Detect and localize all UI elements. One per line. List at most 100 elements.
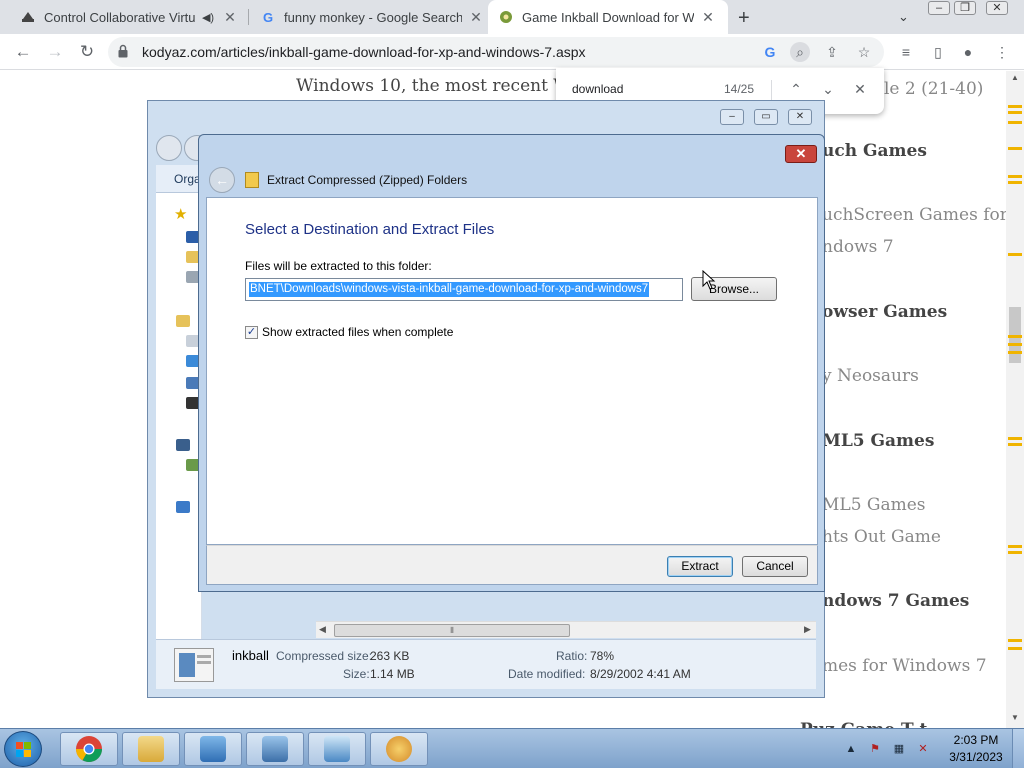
- find-match-marker: [1008, 647, 1022, 650]
- reading-list-icon[interactable]: ≡: [896, 43, 916, 63]
- close-window-button[interactable]: ✕: [986, 1, 1008, 15]
- bookmark-star-icon[interactable]: ☆: [854, 42, 874, 62]
- close-tab-icon[interactable]: ✕: [468, 9, 484, 26]
- hat-icon: [20, 9, 36, 25]
- minimize-button[interactable]: –: [928, 1, 950, 15]
- taskbar-remote-desktop[interactable]: [246, 732, 304, 766]
- explorer-scroll-thumb[interactable]: ⦀: [334, 624, 570, 637]
- url-text[interactable]: kodyaz.com/articles/inkball-game-downloa…: [142, 44, 586, 60]
- article-link[interactable]: ML5 Games: [822, 495, 926, 515]
- pagination-link[interactable]: le 2 (21-40): [884, 79, 983, 99]
- article-link[interactable]: mes for Windows 7: [822, 656, 987, 676]
- remote-desktop-icon: [262, 736, 288, 762]
- maximize-button[interactable]: ❐: [954, 1, 976, 15]
- destination-path-value: BNET\Downloads\windows-vista-inkball-gam…: [249, 282, 650, 297]
- find-input[interactable]: download: [572, 82, 623, 96]
- dialog-close-button[interactable]: ✕: [785, 145, 817, 163]
- forward-button[interactable]: →: [44, 41, 66, 63]
- computer-icon[interactable]: [176, 439, 190, 451]
- scroll-down-icon[interactable]: ▼: [1011, 713, 1019, 722]
- google-g-icon: G: [262, 9, 274, 25]
- scroll-right-icon[interactable]: ▶: [804, 624, 811, 635]
- find-match-marker: [1008, 105, 1022, 108]
- show-files-checkbox-label[interactable]: Show extracted files when complete: [262, 325, 453, 339]
- tab-strip: Control Collaborative Virtual ◀) ✕ G fun…: [0, 0, 1024, 34]
- find-in-page-icon[interactable]: ⌕: [790, 42, 810, 62]
- details-modified-label: Date modified:: [508, 667, 586, 681]
- show-hidden-icons-icon[interactable]: ▲: [844, 742, 858, 756]
- find-match-marker: [1008, 551, 1022, 554]
- find-match-marker: [1008, 443, 1022, 446]
- taskbar-control-panel[interactable]: [184, 732, 242, 766]
- show-desktop-button[interactable]: [1012, 729, 1024, 768]
- new-tab-button[interactable]: +: [738, 7, 750, 30]
- share-icon[interactable]: ⇪: [822, 42, 842, 62]
- tab-inkball-game[interactable]: Game Inkball Download for Wind ✕: [488, 0, 728, 34]
- explorer-details-pane: inkball Compressed size: 263 KB Size: 1.…: [156, 639, 816, 689]
- dialog-body: Select a Destination and Extract Files F…: [206, 197, 818, 545]
- page-scrollbar[interactable]: ▲ ▼: [1006, 71, 1024, 728]
- details-ratio-value: 78%: [590, 649, 615, 663]
- scroll-up-icon[interactable]: ▲: [1011, 73, 1019, 82]
- network-icon[interactable]: ▦: [892, 742, 906, 756]
- article-link[interactable]: ndows 7: [822, 237, 894, 257]
- taskbar-photo-viewer[interactable]: [308, 732, 366, 766]
- details-compressed-value: 263 KB: [370, 649, 410, 663]
- google-lens-icon[interactable]: G: [760, 42, 780, 62]
- gear-leaf-icon: [498, 9, 514, 25]
- find-close-icon[interactable]: ✕: [850, 79, 870, 99]
- address-bar[interactable]: kodyaz.com/articles/inkball-game-downloa…: [108, 37, 884, 67]
- article-link[interactable]: y Neosaurs: [822, 366, 919, 386]
- cancel-button[interactable]: Cancel: [742, 556, 808, 577]
- back-button[interactable]: ←: [12, 41, 34, 63]
- photo-viewer-icon: [324, 736, 350, 762]
- reload-button[interactable]: ↻: [76, 41, 98, 63]
- windows-logo-icon: [16, 742, 31, 757]
- explorer-horizontal-scrollbar[interactable]: ◀ ⦀ ▶: [316, 621, 816, 638]
- article-link[interactable]: uchScreen Games for: [822, 205, 1008, 225]
- libraries-icon[interactable]: [176, 315, 190, 327]
- clock-time[interactable]: 2:03 PM: [946, 733, 1006, 747]
- intro-text: Windows 10, the most recent Win: [296, 76, 587, 96]
- kebab-menu-icon[interactable]: ⋮: [992, 43, 1012, 63]
- find-match-marker: [1008, 111, 1022, 114]
- clock-date[interactable]: 3/31/2023: [946, 750, 1006, 764]
- side-panel-icon[interactable]: ▯: [928, 43, 948, 63]
- taskbar-paint[interactable]: [370, 732, 428, 766]
- extract-button[interactable]: Extract: [667, 556, 733, 577]
- paint-palette-icon: [386, 736, 412, 762]
- organize-menu[interactable]: Orga: [174, 172, 201, 186]
- explorer-back-button[interactable]: [156, 135, 182, 161]
- explorer-maximize-button[interactable]: ▭: [754, 109, 778, 125]
- lock-icon: [118, 44, 128, 58]
- close-tab-icon[interactable]: ✕: [222, 9, 238, 26]
- find-match-marker: [1008, 343, 1022, 346]
- zip-folder-icon: [245, 172, 259, 188]
- details-filename: inkball: [232, 648, 269, 663]
- start-button[interactable]: [4, 731, 42, 767]
- show-files-checkbox[interactable]: ✓: [245, 326, 258, 339]
- find-match-marker: [1008, 181, 1022, 184]
- network-icon[interactable]: [176, 501, 190, 513]
- tab-control-collaborative[interactable]: Control Collaborative Virtual ◀) ✕: [8, 0, 244, 34]
- mouse-cursor-icon: [702, 269, 716, 290]
- tab-funny-monkey[interactable]: G funny monkey - Google Search ✕: [250, 0, 486, 34]
- dialog-back-button[interactable]: ←: [209, 167, 235, 193]
- taskbar-explorer[interactable]: [122, 732, 180, 766]
- explorer-close-button[interactable]: ✕: [788, 109, 812, 125]
- tab-search-chevron-icon[interactable]: ⌄: [898, 9, 909, 25]
- find-previous-chevron-up-icon[interactable]: ⌃: [786, 79, 806, 99]
- article-link[interactable]: hts Out Game: [822, 527, 941, 547]
- taskbar-chrome[interactable]: [60, 732, 118, 766]
- find-next-chevron-down-icon[interactable]: ⌄: [818, 79, 838, 99]
- destination-path-input[interactable]: BNET\Downloads\windows-vista-inkball-gam…: [245, 278, 683, 301]
- section-heading: ndows 7 Games: [822, 591, 970, 611]
- favorites-star-icon[interactable]: ★: [174, 205, 187, 223]
- scroll-left-icon[interactable]: ◀: [319, 624, 326, 635]
- section-heading: uch Games: [822, 141, 927, 161]
- explorer-minimize-button[interactable]: –: [720, 109, 744, 125]
- profile-avatar-icon[interactable]: ●: [958, 43, 978, 63]
- action-center-flag-icon[interactable]: ⚑: [868, 742, 882, 756]
- close-tab-icon[interactable]: ✕: [700, 9, 716, 26]
- volume-muted-icon[interactable]: ✕: [916, 742, 930, 756]
